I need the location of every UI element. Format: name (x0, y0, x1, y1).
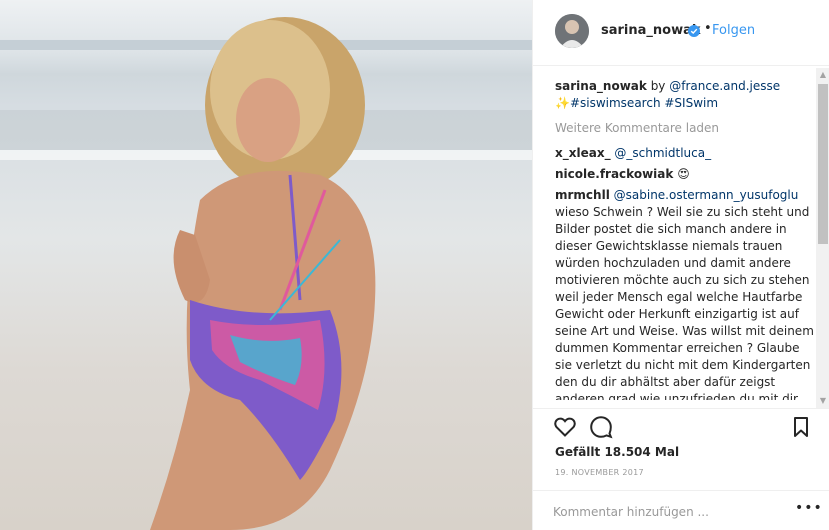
caption-mention[interactable]: @france.and.jesse (669, 79, 780, 93)
comment-text: wieso Schwein ? Weil sie zu sich steht u… (555, 205, 814, 400)
heart-icon[interactable] (553, 415, 577, 439)
comment-input[interactable] (553, 503, 793, 521)
comment-mention[interactable]: @sabine.ostermann_yusufoglu (614, 188, 799, 202)
comment-item: nicole.frackowiak 😍 (555, 166, 817, 183)
post-header: sarina_nowak • Folgen (533, 0, 829, 66)
scroll-thumb[interactable] (818, 84, 828, 244)
speech-bubble-icon[interactable] (589, 415, 613, 439)
comment-username[interactable]: x_xleax_ (555, 146, 611, 160)
verified-badge-icon (688, 25, 700, 37)
scroll-down-arrow-icon[interactable]: ▼ (816, 394, 829, 408)
likes-count[interactable]: Gefällt 18.504 Mal (555, 445, 679, 459)
avatar[interactable] (555, 14, 589, 48)
caption-hashtag[interactable]: #siswimsearch (570, 96, 661, 110)
caption: sarina_nowak by @france.and.jesse ✨#sisw… (555, 78, 817, 112)
comments-scrollbar[interactable]: ▲ ▼ (816, 68, 829, 408)
caption-sparkle: ✨ (555, 96, 570, 110)
comments-list: sarina_nowak by @france.and.jesse ✨#sisw… (555, 78, 817, 400)
post-photo[interactable] (0, 0, 532, 530)
post-side-panel: sarina_nowak • Folgen sarina_nowak by @f… (532, 0, 829, 530)
add-comment-bar: ••• (533, 490, 829, 530)
post-date: 19. NOVEMBER 2017 (555, 468, 644, 477)
comment-mention[interactable]: @_schmidtluca_ (614, 146, 711, 160)
post-photo-illustration (0, 17, 532, 530)
post-actions: Gefällt 18.504 Mal 19. NOVEMBER 2017 (533, 408, 829, 498)
caption-hashtag[interactable]: #SISwim (664, 96, 718, 110)
comment-text: 😍 (677, 167, 690, 181)
load-more-comments[interactable]: Weitere Kommentare laden (555, 120, 817, 137)
bookmark-icon[interactable] (789, 415, 813, 439)
follow-button[interactable]: Folgen (712, 23, 755, 38)
separator-dot: • (704, 21, 712, 36)
header-username[interactable]: sarina_nowak (601, 23, 701, 38)
comment-username[interactable]: mrmchll (555, 188, 610, 202)
scroll-up-arrow-icon[interactable]: ▲ (816, 68, 829, 82)
caption-by: by (646, 79, 670, 93)
comment-item: mrmchll @sabine.ostermann_yusufoglu wies… (555, 187, 817, 400)
caption-username[interactable]: sarina_nowak (555, 79, 647, 93)
comment-item: x_xleax_ @_schmidtluca_ (555, 145, 817, 162)
more-options-button[interactable]: ••• (795, 500, 823, 516)
comment-username[interactable]: nicole.frackowiak (555, 167, 673, 181)
